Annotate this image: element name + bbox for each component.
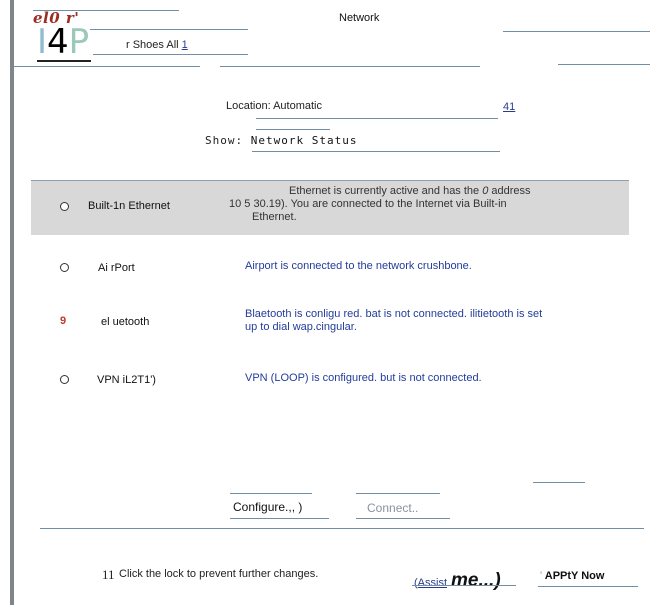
location-underline-short [256, 129, 330, 130]
configure-underline [230, 518, 329, 519]
header-rule [220, 66, 480, 67]
logo-char-3: P [68, 22, 90, 62]
radio-icon [60, 263, 69, 272]
lock-icon[interactable]: 11 [102, 567, 115, 583]
service-name: el uetooth [101, 316, 150, 328]
show-all-label: r Shoes All [126, 39, 179, 51]
service-name: VPN iL2T1') [97, 374, 156, 386]
service-name: Ai rPort [98, 262, 135, 274]
show-underline [252, 151, 500, 152]
radio-icon [60, 375, 69, 384]
header-rule [558, 64, 650, 65]
divider-stub [533, 482, 585, 483]
show-value: Network Status [250, 134, 358, 147]
desc-line: 10 5 30.19). You are connected to the In… [229, 198, 507, 210]
logo-char-2: 4 [47, 22, 69, 62]
service-desc: Airport is connected to the network crus… [245, 260, 472, 272]
show-popup[interactable]: Show: Network Status [205, 134, 357, 147]
assist-underline [412, 585, 516, 586]
header-rule [14, 66, 200, 67]
assist-label: Assist [417, 577, 448, 589]
connect-top-rule [356, 493, 440, 494]
window-title: Network [339, 12, 380, 24]
desc-part: Ethernet is currently active and has the [289, 185, 483, 197]
header-rule [33, 10, 179, 11]
service-name: Built-1n Ethernet [88, 200, 170, 212]
footer-separator [40, 528, 644, 529]
location-underline [256, 118, 498, 119]
radio-icon [60, 202, 69, 211]
desc-part: address [488, 185, 531, 197]
header-rule [93, 54, 248, 55]
status-symbol: 9 [60, 315, 67, 327]
assist-me-button[interactable]: (Assist me...) [414, 570, 501, 592]
logo-underline [37, 60, 91, 62]
apply-tick: ' [540, 570, 543, 582]
assist-me-label: me...) [451, 570, 501, 591]
location-link[interactable]: 41 [503, 101, 515, 113]
apply-underline [538, 586, 638, 587]
lock-message: Click the lock to prevent further change… [119, 568, 319, 580]
desc-line: up to dial wap.cingular. [245, 321, 357, 333]
service-desc: VPN (LOOP) is configured. but is not con… [245, 372, 482, 384]
header-rule [90, 29, 248, 30]
connect-underline [356, 518, 450, 519]
header-rule [503, 31, 650, 32]
apply-label: APPtY Now [544, 570, 605, 582]
desc-line: Blaetooth is conligu red. bat is not con… [245, 308, 543, 320]
app-logo: I4P [37, 22, 89, 62]
window-left-edge [10, 0, 14, 605]
service-desc: Blaetooth is conligu red. bat is not con… [245, 308, 585, 334]
apply-now-button[interactable]: ' APPtY Now [540, 570, 604, 582]
show-all-button[interactable]: r Shoes All 1 [126, 39, 188, 51]
logo-char-1: I [37, 22, 48, 62]
show-all-number: 1 [181, 39, 188, 51]
configure-top-rule [230, 493, 312, 494]
service-desc: Ethernet is currently active and has the… [229, 185, 559, 224]
show-label: Show: [205, 134, 244, 147]
connect-button[interactable]: Connect.. [367, 501, 418, 515]
configure-button[interactable]: Configure.,, ) [233, 500, 302, 514]
location-popup[interactable]: Location: Automatic [226, 100, 322, 112]
desc-line: Ethernet. [252, 211, 297, 223]
service-row-ethernet[interactable]: Built-1n Ethernet Ethernet is currently … [31, 180, 629, 235]
